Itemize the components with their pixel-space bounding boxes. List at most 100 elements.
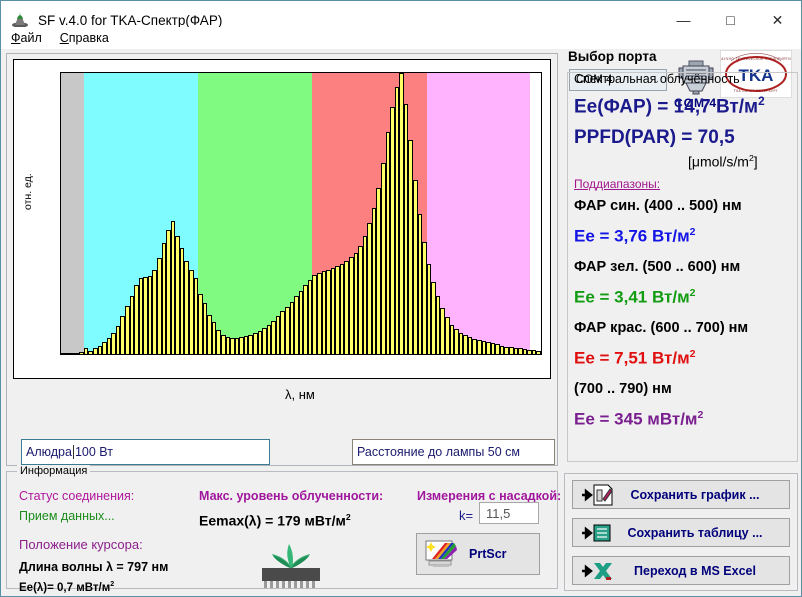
y-axis-minor-tick — [60, 180, 61, 181]
chart-panel: 00,10,20,30,40,50,60,70,80,9138040042044… — [6, 53, 558, 512]
uv-band — [61, 73, 84, 354]
x-axis-tick-mark — [255, 354, 256, 355]
x-axis-tick-mark — [415, 354, 416, 355]
y-axis-minor-tick — [60, 157, 61, 158]
y-axis-minor-tick — [60, 73, 61, 74]
x-axis-tick-mark — [301, 354, 302, 355]
menu-item-file[interactable]: Файл — [3, 30, 50, 46]
x-axis-tick-mark — [540, 354, 541, 355]
x-axis-tick-mark — [198, 354, 199, 355]
ee-par-sup: 2 — [758, 95, 765, 108]
range-value-green: Ee = 3,41 Вт/м2 — [574, 287, 696, 308]
excel-icon — [581, 559, 615, 583]
spectral-irradiance-group: Спектральная облучённость Ee(ФАР) = 14,7… — [567, 72, 798, 462]
y-axis-minor-tick — [60, 332, 61, 333]
application-window: SF v.4.0 for TKA-Спектр(ФАР) — □ ✕ Файл … — [0, 0, 802, 597]
x-axis-tick-mark — [95, 354, 96, 355]
range-name-blue: ФАР син. (400 .. 500) нм — [574, 198, 742, 214]
max-value-text: Eemax(λ) = 179 мВт/м — [199, 512, 346, 529]
save-table-button[interactable]: Сохранить таблицу ... — [572, 518, 790, 547]
x-axis-tick-mark — [484, 354, 485, 355]
x-axis-tick-mark — [141, 354, 142, 355]
x-axis-tick-mark — [518, 354, 519, 355]
lamp-name-value: Алюдра — [26, 445, 72, 459]
ee-par-text: Ee(ФАР) = 14,7 Вт/м — [574, 96, 759, 118]
max-value-sup: 2 — [345, 512, 351, 522]
max-irradiance-label: Макс. уровень облученности: — [199, 489, 384, 503]
actions-panel: Сохранить график ... Сохранить таблицу .… — [564, 473, 798, 591]
ppfd-units-text: [μmol/s/m — [688, 153, 749, 170]
ppfd-par-value: PPFD(PAR) = 70,5 — [574, 127, 735, 148]
x-axis-tick-mark — [495, 354, 496, 355]
nozzle-measurement-label: Измерения с насадкой: — [417, 489, 562, 503]
x-axis-label: λ, нм — [285, 387, 315, 402]
y-axis-minor-tick — [60, 79, 61, 80]
y-axis-minor-tick — [60, 112, 61, 113]
y-axis-minor-tick — [60, 247, 61, 248]
y-axis-minor-tick — [60, 287, 61, 288]
range-value-red-text: Ee = 7,51 Вт/м — [574, 348, 690, 368]
y-axis-minor-tick — [60, 236, 61, 237]
y-axis-minor-tick — [60, 146, 61, 147]
range-name-green: ФАР зел. (500 .. 600) нм — [574, 259, 741, 275]
x-axis-tick-mark — [210, 354, 211, 355]
max-irradiance-value: Eemax(λ) = 179 мВт/м2 — [199, 512, 351, 529]
print-screen-button[interactable]: PrtScr — [416, 533, 540, 575]
lamp-name-input[interactable]: Алюдра 100 Вт — [21, 439, 270, 465]
menu-item-file-accel: Ф — [11, 31, 21, 45]
measurement-panel: Выбор порта COM 4 ⌄ COM 4 TKA НАУЧНО ТЕХ… — [564, 46, 798, 466]
save-chart-icon — [581, 483, 615, 507]
y-axis-minor-tick — [60, 208, 61, 209]
x-axis-tick-mark — [312, 354, 313, 355]
x-axis-tick-mark — [392, 354, 393, 355]
sensor-chip-icon — [254, 542, 320, 588]
screen-capture-icon — [423, 538, 461, 570]
y-axis-minor-tick — [60, 230, 61, 231]
y-axis-minor-tick — [60, 101, 61, 102]
x-axis-tick-mark — [187, 354, 188, 355]
x-axis-tick-mark — [130, 354, 131, 355]
x-axis-tick-mark — [347, 354, 348, 355]
y-axis-minor-tick — [60, 191, 61, 192]
range-value-green-text: Ee = 3,41 Вт/м — [574, 287, 690, 307]
menu-item-help-accel: С — [59, 31, 69, 45]
y-axis-minor-tick — [60, 343, 61, 344]
range-value-far-red-text: Ee = 345 мВт/м — [574, 409, 698, 429]
x-axis-tick-mark — [335, 354, 336, 355]
menu-item-help[interactable]: Справка — [52, 30, 117, 46]
y-axis-minor-tick — [60, 326, 61, 327]
y-axis-minor-tick — [60, 107, 61, 108]
x-axis-tick-mark — [164, 354, 165, 355]
y-axis-minor-tick — [60, 303, 61, 304]
plot-area[interactable]: 00,10,20,30,40,50,60,70,80,9138040042044… — [60, 72, 542, 355]
y-axis-minor-tick — [60, 337, 61, 338]
y-axis-minor-tick — [60, 197, 61, 198]
y-axis-minor-tick — [60, 242, 61, 243]
y-axis-minor-tick — [60, 152, 61, 153]
spectrum-chart[interactable]: 00,10,20,30,40,50,60,70,80,9138040042044… — [13, 59, 551, 379]
k-coefficient-input[interactable]: 11,5 — [479, 502, 539, 524]
x-axis-tick-mark — [507, 354, 508, 355]
distance-value: Расстояние до лампы 50 см — [357, 445, 520, 459]
window-title: SF v.4.0 for TKA-Спектр(ФАР) — [38, 12, 223, 28]
information-group-label: Информация — [17, 465, 91, 477]
save-chart-button[interactable]: Сохранить график ... — [572, 480, 790, 509]
cursor-irradiance-value: Ee(λ)= 0,7 мВт/м2 — [19, 580, 114, 594]
port-select-label: Выбор порта — [568, 49, 657, 64]
y-axis-minor-tick — [60, 270, 61, 271]
k-coefficient-value: 11,5 — [486, 505, 511, 521]
y-axis-minor-tick — [60, 202, 61, 203]
x-axis-tick-mark — [267, 354, 268, 355]
y-axis-minor-tick — [60, 298, 61, 299]
x-axis-tick-mark — [290, 354, 291, 355]
export-excel-button[interactable]: Переход в MS Excel — [572, 556, 790, 585]
range-value-green-sup: 2 — [689, 287, 696, 299]
x-axis-tick-mark — [107, 354, 108, 355]
x-axis-tick-mark — [438, 354, 439, 355]
cursor-wavelength-value: Длина волны λ = 797 нм — [19, 560, 169, 574]
y-axis-minor-tick — [60, 275, 61, 276]
y-axis-minor-tick — [60, 258, 61, 259]
menu-item-file-rest: айл — [20, 31, 42, 45]
save-chart-label: Сохранить график ... — [630, 487, 760, 502]
distance-input[interactable]: Расстояние до лампы 50 см — [352, 439, 555, 465]
